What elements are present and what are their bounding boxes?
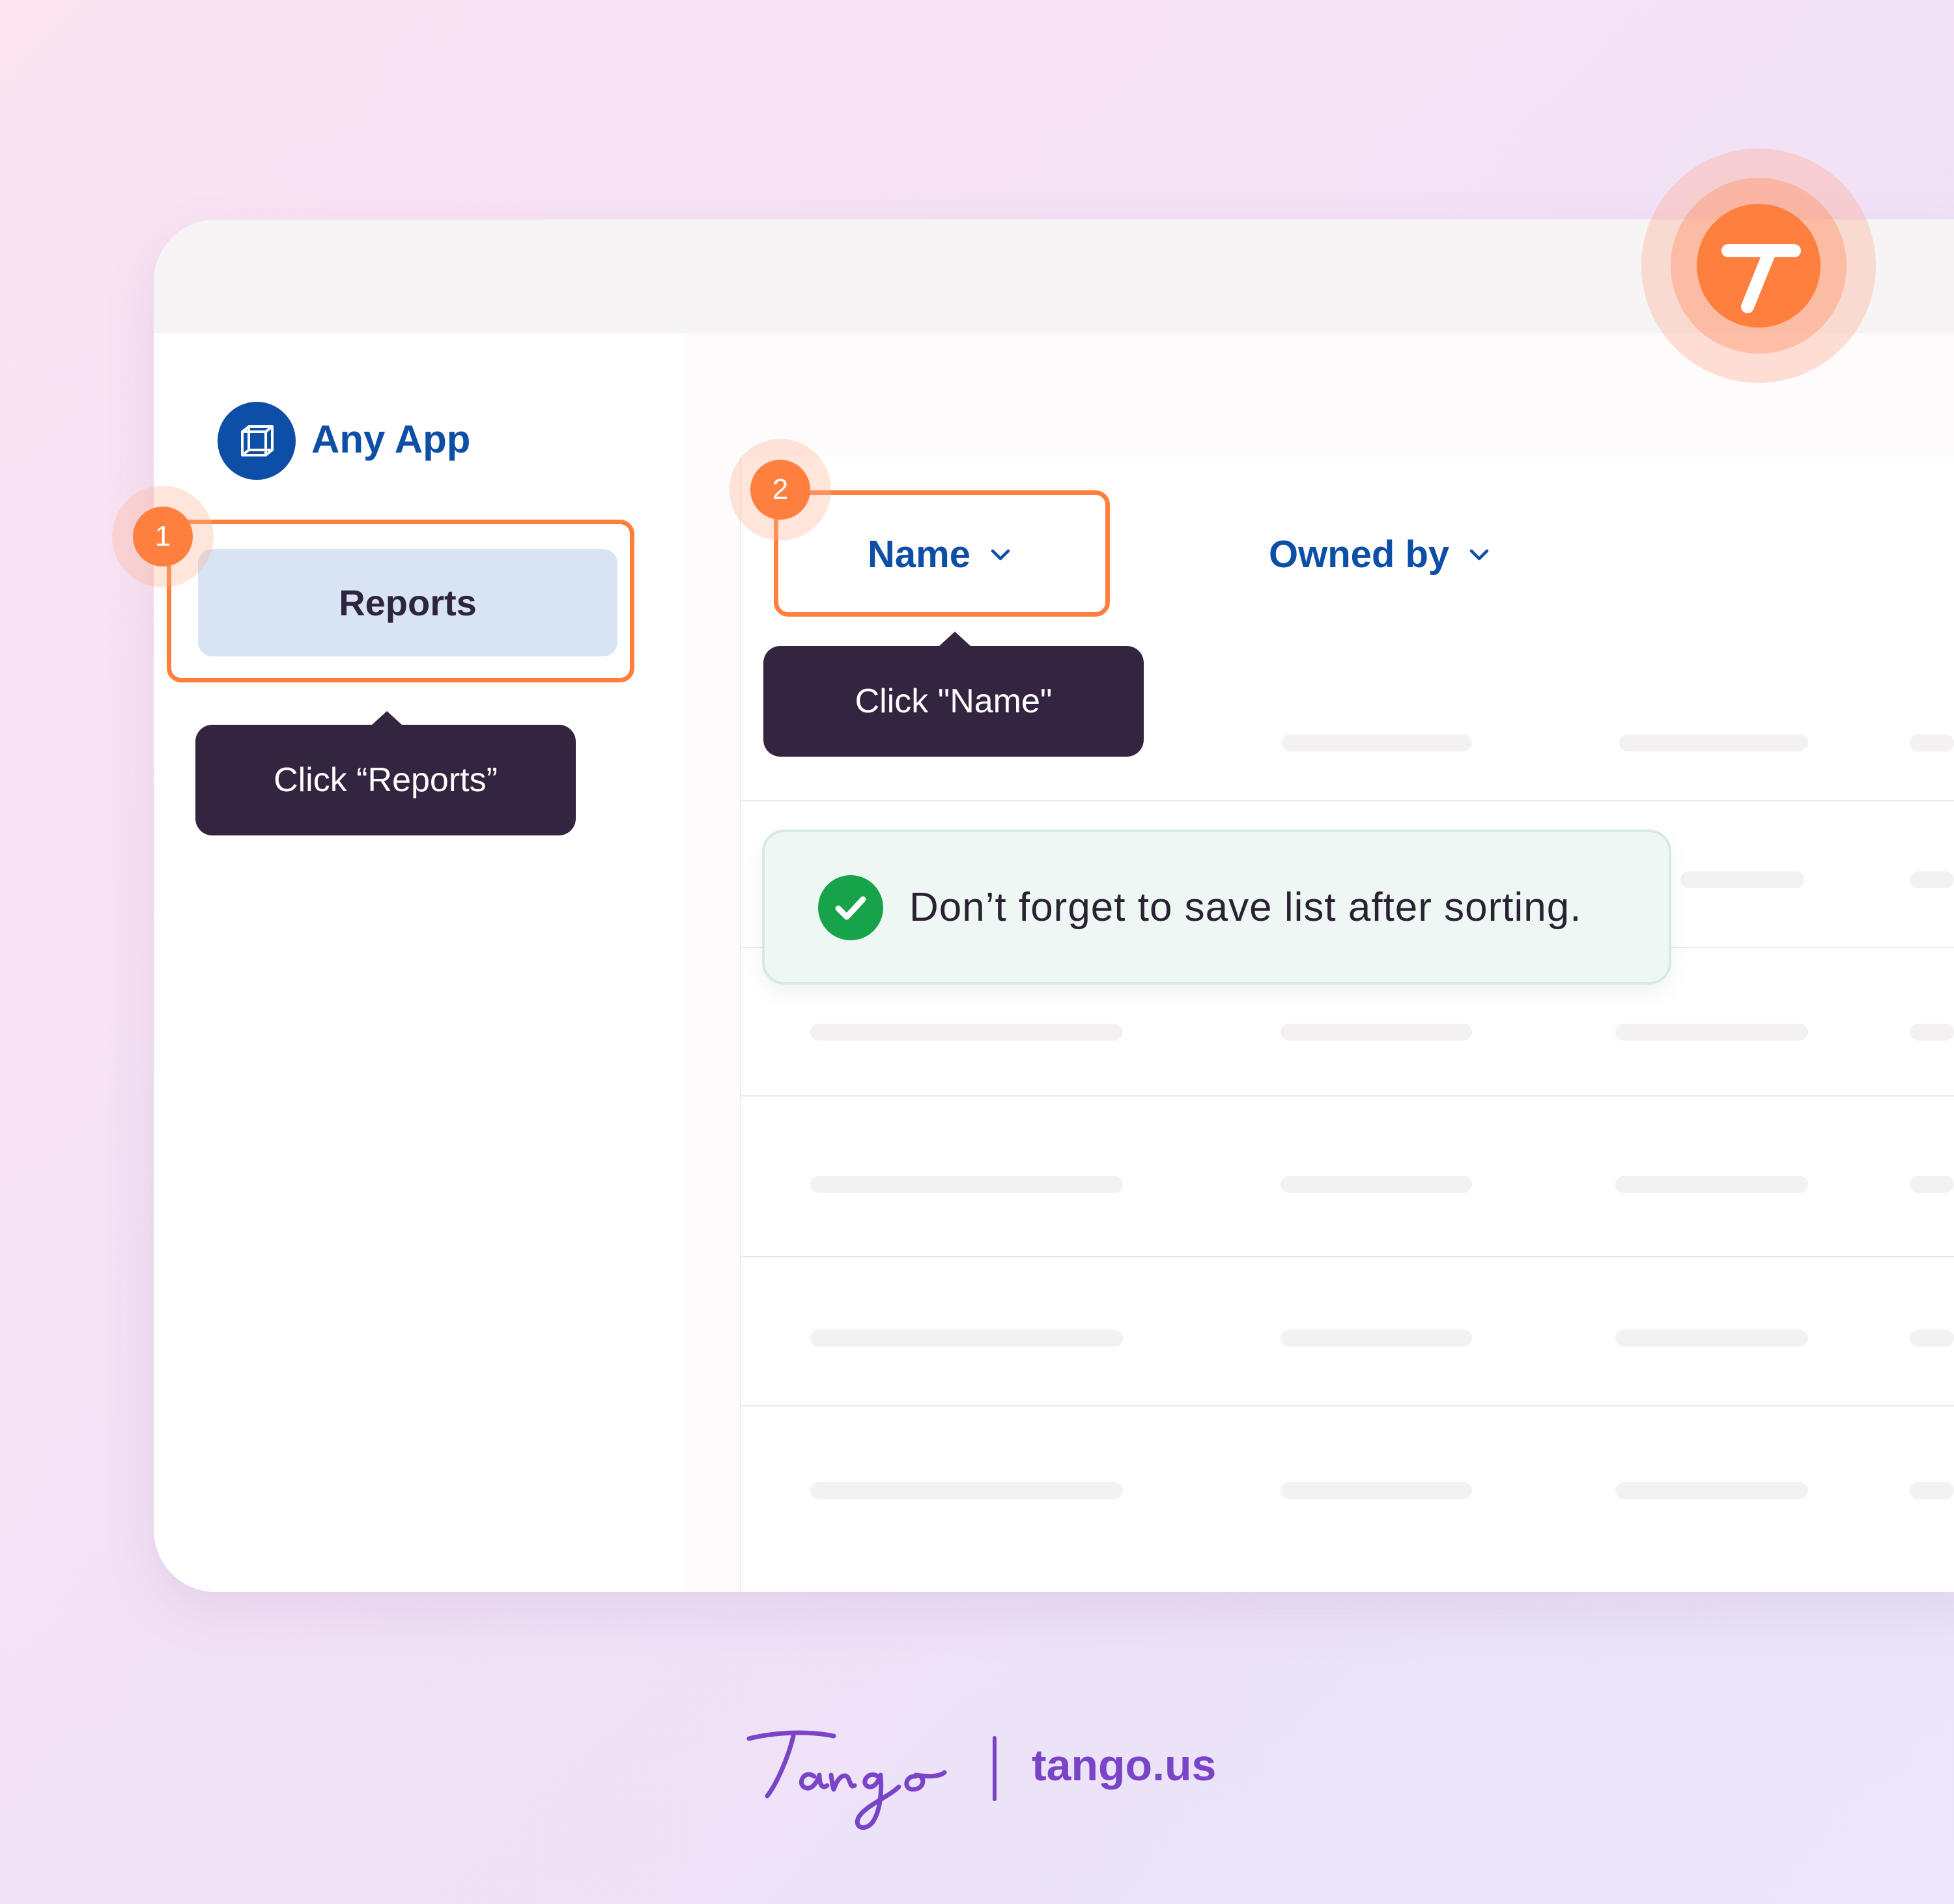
placeholder-cell: [1615, 1176, 1808, 1193]
placeholder-cell: [1910, 1176, 1954, 1193]
table-divider: [740, 1405, 1954, 1407]
placeholder-cell: [1910, 1024, 1954, 1041]
placeholder-cell: [810, 1024, 1123, 1041]
placeholder-cell: [1281, 1330, 1472, 1347]
placeholder-cell: [1281, 1482, 1472, 1499]
tooltip-arrow: [939, 632, 970, 646]
table-divider: [740, 1256, 1954, 1257]
toast-message: Don’t forget to save list after sorting.: [909, 884, 1582, 930]
tango-logo-icon[interactable]: [1697, 204, 1820, 328]
placeholder-cell: [1281, 1176, 1472, 1193]
check-circle-icon: [818, 875, 883, 940]
footer-separator: [993, 1736, 997, 1801]
app-name: Any App: [311, 417, 471, 461]
step-1-tooltip: Click “Reports”: [195, 725, 576, 835]
placeholder-cell: [1619, 735, 1808, 751]
sidebar-item-label: Reports: [339, 582, 477, 623]
step-2-tooltip: Click "Name": [763, 646, 1144, 757]
placeholder-cell: [810, 1330, 1123, 1347]
placeholder-cell: [1615, 1024, 1808, 1041]
tango-script-logo: [736, 1713, 964, 1836]
placeholder-cell: [810, 1176, 1123, 1193]
success-toast: Don’t forget to save list after sorting.: [762, 830, 1671, 985]
placeholder-cell: [1910, 871, 1954, 888]
column-header-owned-by[interactable]: Owned by: [1269, 533, 1492, 576]
placeholder-cell: [1281, 1024, 1472, 1041]
column-header-name[interactable]: Name: [868, 533, 1013, 576]
column-header-name-label: Name: [868, 533, 970, 576]
chevron-down-icon: [987, 533, 1013, 576]
step-1-badge: 1: [133, 507, 193, 567]
placeholder-cell: [1615, 1482, 1808, 1499]
placeholder-cell: [1615, 1330, 1808, 1347]
placeholder-cell: [1680, 871, 1804, 888]
placeholder-cell: [1910, 1482, 1954, 1499]
sidebar-item-reports[interactable]: Reports: [198, 549, 617, 656]
chevron-down-icon: [1466, 533, 1492, 576]
table-divider: [740, 800, 1954, 802]
placeholder-cell: [1910, 735, 1954, 751]
table-divider: [740, 1095, 1954, 1097]
placeholder-cell: [1910, 1330, 1954, 1347]
footer-url[interactable]: tango.us: [1032, 1740, 1216, 1791]
column-header-owned-by-label: Owned by: [1269, 533, 1450, 576]
tooltip-arrow: [371, 711, 403, 725]
step-2-badge: 2: [750, 460, 810, 520]
placeholder-cell: [1282, 735, 1472, 751]
placeholder-cell: [810, 1482, 1123, 1499]
box-icon: [218, 402, 296, 480]
